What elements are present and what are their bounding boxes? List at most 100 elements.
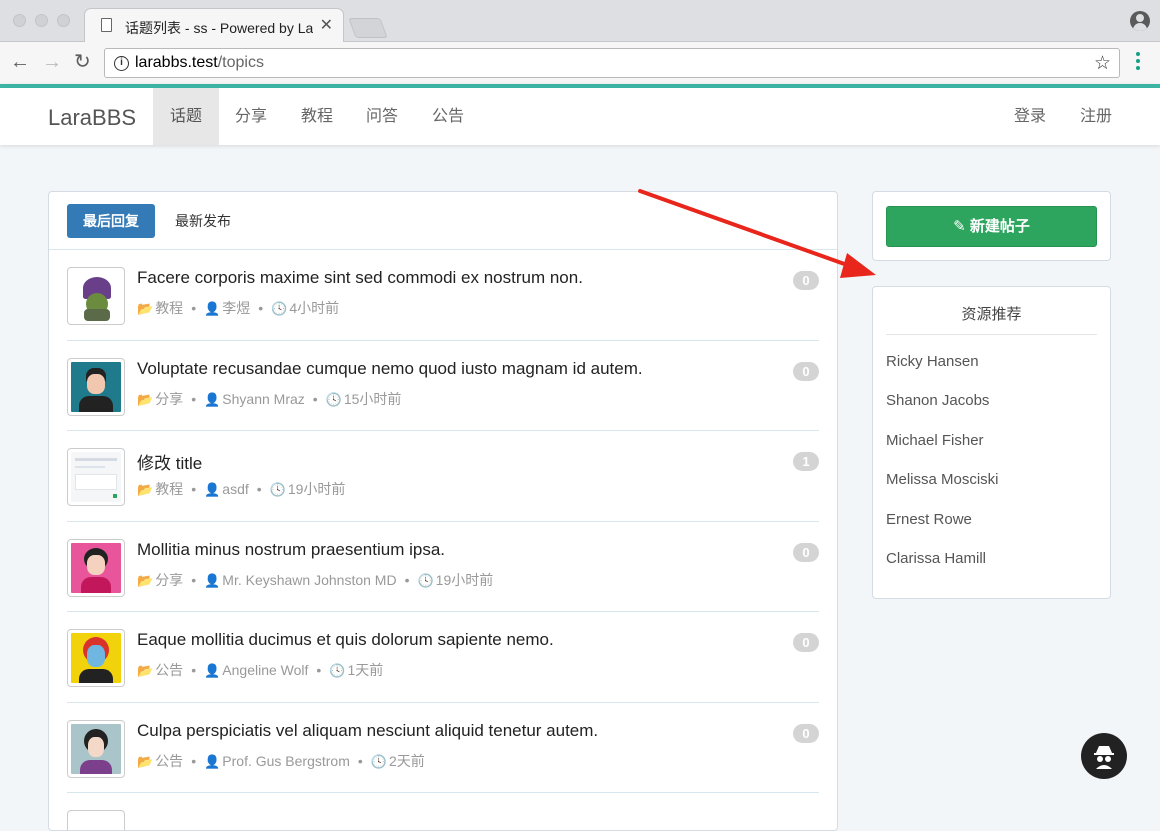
avatar[interactable] bbox=[67, 357, 125, 416]
folder-icon: 📂 bbox=[137, 391, 154, 407]
topic-row[interactable] bbox=[67, 793, 819, 830]
folder-icon: 📂 bbox=[137, 482, 154, 497]
reply-count-badge[interactable]: 0 bbox=[793, 723, 819, 743]
bookmark-star-icon[interactable]: ☆ bbox=[1094, 52, 1111, 75]
window-zoom-button[interactable] bbox=[57, 14, 70, 27]
new-topic-card: ✎ 新建帖子 bbox=[872, 191, 1111, 261]
user-icon: 👤 bbox=[204, 753, 221, 769]
topic-meta: 📂 公告 • 👤 Angeline Wolf • 🕓 1天前 bbox=[137, 662, 384, 678]
topic-title[interactable]: Mollitia minus nostrum praesentium ipsa. bbox=[137, 540, 445, 560]
new-tab-button[interactable] bbox=[348, 18, 388, 38]
avatar[interactable] bbox=[67, 719, 125, 778]
topic-meta: 📂 分享 • 👤 Mr. Keyshawn Johnston MD • 🕓 19小时前 bbox=[137, 571, 494, 588]
reload-icon[interactable]: ↻ bbox=[74, 51, 91, 73]
user-icon: 👤 bbox=[204, 572, 221, 588]
page-icon bbox=[101, 18, 112, 32]
site-brand[interactable]: LaraBBS bbox=[48, 105, 136, 131]
folder-icon: 📂 bbox=[137, 572, 154, 588]
reply-count-badge[interactable]: 0 bbox=[793, 361, 819, 381]
topic-category[interactable]: 教程 bbox=[155, 481, 183, 497]
nav-item-topics[interactable]: 话题 bbox=[153, 88, 220, 145]
topic-title[interactable]: Voluptate recusandae cumque nemo quod iu… bbox=[137, 359, 643, 379]
avatar[interactable] bbox=[67, 538, 125, 597]
resource-link[interactable]: Clarissa Hamill bbox=[886, 550, 986, 567]
topic-title[interactable]: Culpa perspiciatis vel aliquam nesciunt … bbox=[137, 721, 598, 741]
folder-icon: 📂 bbox=[137, 301, 154, 316]
topic-time: 19小时前 bbox=[435, 571, 494, 588]
topic-time: 19小时前 bbox=[287, 481, 346, 497]
forward-icon[interactable]: → bbox=[42, 51, 62, 73]
info-icon[interactable]: i bbox=[114, 56, 129, 71]
browser-toolbar: ← → ↻ i larabbs.test/topics ☆ bbox=[0, 42, 1160, 84]
topic-row[interactable]: 修改 title 📂 教程 • 👤 asdf • 🕓 19小时前 1 bbox=[67, 431, 819, 522]
pencil-icon: ✎ bbox=[953, 218, 970, 235]
avatar[interactable] bbox=[67, 448, 125, 506]
topic-row[interactable]: Voluptate recusandae cumque nemo quod iu… bbox=[67, 341, 819, 431]
site-navbar: LaraBBS 话题 分享 教程 问答 公告 登录 注册 bbox=[0, 84, 1160, 145]
topic-time: 2天前 bbox=[388, 752, 425, 769]
topic-title[interactable]: Facere corporis maxime sint sed commodi … bbox=[137, 268, 583, 288]
url-text: larabbs.test/topics bbox=[135, 54, 264, 71]
topic-title[interactable]: Eaque mollitia ducimus et quis dolorum s… bbox=[137, 630, 554, 650]
register-link[interactable]: 注册 bbox=[1063, 88, 1129, 145]
folder-icon: 📂 bbox=[137, 663, 154, 678]
resource-link[interactable]: Melissa Mosciski bbox=[886, 471, 999, 488]
resource-link[interactable]: Michael Fisher bbox=[886, 432, 984, 449]
topic-list-panel: 最后回复 最新发布 Facere corporis maxime sint se… bbox=[48, 191, 838, 831]
window-minimize-button[interactable] bbox=[35, 14, 48, 27]
reply-count-badge[interactable]: 1 bbox=[793, 452, 819, 471]
topic-title[interactable]: 修改 title bbox=[137, 449, 202, 474]
nav-item-qa[interactable]: 问答 bbox=[349, 88, 415, 145]
tab-close-icon[interactable]: ✕ bbox=[320, 15, 333, 35]
resource-link[interactable]: Ricky Hansen bbox=[886, 353, 979, 370]
topic-author[interactable]: Shyann Mraz bbox=[222, 391, 304, 407]
spy-icon bbox=[1094, 746, 1114, 769]
divider bbox=[886, 334, 1097, 335]
reply-count-badge[interactable]: 0 bbox=[793, 271, 819, 290]
topic-author[interactable]: Mr. Keyshawn Johnston MD bbox=[222, 572, 396, 588]
clock-icon: 🕓 bbox=[329, 663, 346, 678]
topic-author[interactable]: 李煜 bbox=[222, 300, 250, 316]
window-close-button[interactable] bbox=[13, 14, 26, 27]
topic-row[interactable]: Culpa perspiciatis vel aliquam nesciunt … bbox=[67, 703, 819, 793]
avatar[interactable] bbox=[67, 810, 125, 830]
sort-tabs: 最后回复 最新发布 bbox=[49, 192, 837, 250]
login-link[interactable]: 登录 bbox=[997, 88, 1063, 145]
folder-icon: 📂 bbox=[137, 753, 154, 769]
tab-last-reply[interactable]: 最后回复 bbox=[67, 204, 155, 238]
reply-count-badge[interactable]: 0 bbox=[793, 633, 819, 652]
topic-meta: 📂 教程 • 👤 李煜 • 🕓 4小时前 bbox=[137, 300, 340, 316]
topic-author[interactable]: Prof. Gus Bergstrom bbox=[222, 753, 350, 769]
topic-author[interactable]: asdf bbox=[222, 481, 248, 497]
topic-category[interactable]: 分享 bbox=[155, 391, 183, 407]
browser-menu-icon[interactable] bbox=[1136, 52, 1140, 72]
topic-category[interactable]: 教程 bbox=[155, 300, 183, 316]
topic-category[interactable]: 分享 bbox=[155, 572, 183, 588]
tab-newest[interactable]: 最新发布 bbox=[159, 204, 247, 238]
topic-category[interactable]: 公告 bbox=[155, 662, 183, 678]
topic-row[interactable]: Mollitia minus nostrum praesentium ipsa.… bbox=[67, 522, 819, 612]
reply-count-badge[interactable]: 0 bbox=[793, 542, 819, 562]
resource-link[interactable]: Ernest Rowe bbox=[886, 511, 972, 528]
avatar[interactable] bbox=[67, 267, 125, 325]
topic-row[interactable]: Facere corporis maxime sint sed commodi … bbox=[67, 250, 819, 341]
user-icon: 👤 bbox=[204, 482, 221, 497]
back-icon[interactable]: ← bbox=[10, 51, 30, 73]
topic-time: 1天前 bbox=[347, 662, 384, 678]
topic-row[interactable]: Eaque mollitia ducimus et quis dolorum s… bbox=[67, 612, 819, 703]
tab-title: 话题列表 - ss - Powered by Lar bbox=[125, 20, 313, 36]
resource-link[interactable]: Shanon Jacobs bbox=[886, 392, 989, 409]
nav-item-announcement[interactable]: 公告 bbox=[415, 88, 481, 145]
nav-item-tutorial[interactable]: 教程 bbox=[284, 88, 350, 145]
topic-author[interactable]: Angeline Wolf bbox=[222, 662, 308, 678]
address-bar[interactable]: i larabbs.test/topics ☆ bbox=[104, 48, 1120, 78]
clock-icon: 🕓 bbox=[370, 753, 387, 769]
topic-category[interactable]: 公告 bbox=[155, 753, 183, 769]
profile-icon[interactable] bbox=[1130, 11, 1150, 31]
spy-icon-button[interactable] bbox=[1081, 733, 1127, 779]
new-topic-button[interactable]: ✎ 新建帖子 bbox=[886, 206, 1097, 247]
avatar[interactable] bbox=[67, 629, 125, 687]
browser-tab[interactable]: 话题列表 - ss - Powered by Lar ✕ bbox=[84, 8, 344, 42]
clock-icon: 🕓 bbox=[269, 482, 286, 497]
nav-item-share[interactable]: 分享 bbox=[218, 88, 284, 145]
